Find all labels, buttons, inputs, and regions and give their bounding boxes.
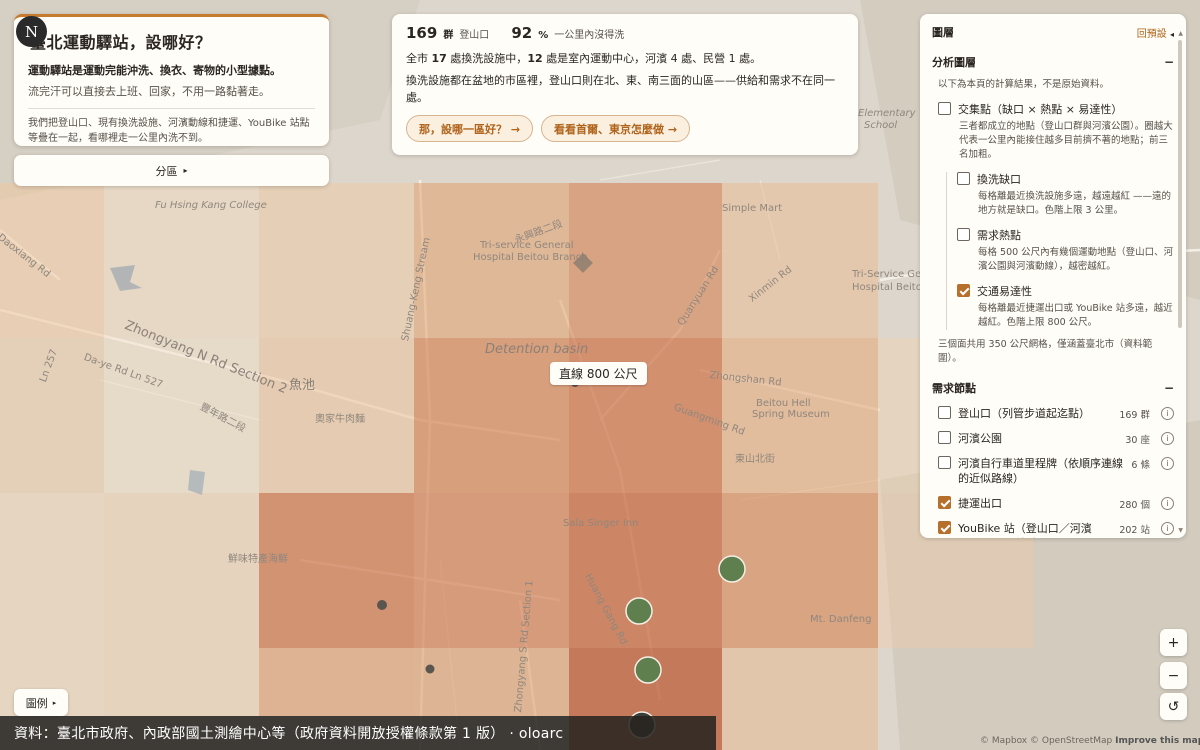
seoul-tokyo-button[interactable]: 看看首爾、東京怎麼做 → — [541, 115, 691, 142]
map-attribution: © Mapbox © OpenStreetMap Improve this ma… — [980, 736, 1200, 746]
supply-demand-text: 換洗設施都在盆地的市區裡，登山口則在北、東、南三面的山區——供給和需求不在同一處… — [406, 74, 835, 104]
heat-cell — [259, 648, 414, 716]
which-district-button[interactable]: 那，設哪一區好？ → — [406, 115, 534, 142]
layers-panel: 圖層 回預設 ◂ 分析圖層 − 以下為本頁的計算結果，不是原始資料。 交集點（缺… — [920, 14, 1186, 538]
heat-cell — [722, 338, 878, 493]
grid-note: 三個面共用 350 公尺網格，僅涵蓋臺北市（資料範圍）。 — [938, 339, 1153, 364]
trailhead-label: 登山口 — [459, 30, 490, 41]
collapse-icon[interactable]: − — [1164, 381, 1174, 395]
heat-cell — [414, 338, 569, 493]
node-bike-path[interactable]: 河濱自行車道里程牌（依順序連線的近似路線） 6 條 i — [932, 456, 1174, 486]
node-trailhead[interactable]: 登山口（列管步道起迄點） 169 群 i — [932, 406, 1174, 421]
heat-cell — [569, 493, 722, 648]
info-icon[interactable]: i — [1161, 522, 1174, 535]
layer-combo[interactable]: 交集點（缺口 × 熱點 × 易達性） — [932, 102, 1174, 117]
combo-checkbox[interactable] — [938, 102, 951, 115]
collapse-icon[interactable]: − — [1164, 55, 1174, 69]
sub-layers: 換洗缺口 每格離最近換洗設施多遠，越遠越紅 ——遠的地方就是缺口。色階上限 3 … — [946, 172, 1174, 330]
heat-cell — [878, 338, 920, 493]
heat-cell — [0, 183, 104, 338]
intro-card: 臺北運動驛站，設哪好？ 運動驛站是運動完能沖洗、換衣、寄物的小型據點。 流完汗可… — [14, 14, 329, 146]
stats-card: 169 群 登山口 92 % 一公里內沒得洗 全市 17 處換洗設施中，12 處… — [392, 14, 858, 155]
mapbox-attribution-link[interactable]: © Mapbox — [980, 736, 1027, 746]
heat-cell — [104, 493, 259, 716]
heat-cell — [0, 338, 104, 493]
info-icon[interactable]: i — [1161, 407, 1174, 420]
heat-cell — [104, 183, 259, 338]
info-icon[interactable]: i — [1161, 457, 1174, 470]
layer-gap[interactable]: 換洗缺口 — [951, 172, 1174, 187]
district-label: 分區 — [155, 164, 178, 178]
combo-desc: 三者都成立的地點（登山口群與河濱公園）。圈越大代表一公里內能接住越多目前擠不著的… — [959, 121, 1173, 160]
heat-cell — [0, 493, 104, 716]
logo-icon[interactable]: N — [16, 16, 47, 47]
legend-label: 圖例 — [25, 696, 48, 710]
heat-cell — [259, 183, 414, 338]
heat-cell — [722, 183, 878, 338]
layer-access[interactable]: 交通易達性 — [951, 284, 1174, 299]
layer-demand[interactable]: 需求熱點 — [951, 228, 1174, 243]
analysis-section-header[interactable]: 分析圖層 − — [932, 54, 1174, 70]
intro-description: 我們把登山口、現有換洗設施、河濱動線和捷運、YouBike 站點等疊在一起，看哪… — [28, 118, 310, 144]
legend-button[interactable]: 圖例 ▸ — [14, 689, 68, 716]
heat-cell — [722, 648, 878, 750]
heat-cell — [414, 493, 569, 648]
percent-unit: % — [538, 30, 549, 41]
facility-summary: 全市 17 處換洗設施中，12 處是室內運動中心，河濱 4 處、民營 1 處。 — [406, 52, 762, 65]
gap-checkbox[interactable] — [957, 172, 970, 185]
caret-right-icon: ▸ — [183, 166, 188, 175]
trailhead-checkbox[interactable] — [938, 406, 951, 419]
no-shower-label: 一公里內沒得洗 — [554, 30, 625, 41]
distance-tag: 直線 800 公尺 — [550, 362, 647, 385]
youbike-checkbox[interactable] — [938, 521, 951, 534]
demand-desc: 每格 500 公尺內有幾個運動地點（登山口、河濱公園與河濱動線），越密越紅。 — [978, 247, 1174, 272]
data-source-caption: 資料：臺北市政府、內政部國土測繪中心等（政府資料開放授權條款第 1 版） · o… — [0, 716, 716, 750]
gap-desc: 每格離最近換洗設施多遠，越遠越紅 ——遠的地方就是缺口。色階上限 3 公里。 — [978, 191, 1172, 216]
caret-right-icon: ▸ — [52, 698, 57, 707]
improve-map-link[interactable]: Improve this map — [1115, 736, 1200, 746]
riverside-park-checkbox[interactable] — [938, 431, 951, 444]
node-riverside-park[interactable]: 河濱公園 30 座 i — [932, 431, 1174, 446]
node-mrt-exit[interactable]: 捷運出口 280 個 i — [932, 496, 1174, 511]
heat-cell — [259, 493, 414, 648]
intro-sub: 流完汗可以直接去上班、回家，不用一路黏著走。 — [28, 85, 270, 98]
access-desc: 每格離最近捷運出口或 YouBike 站多遠，越近越紅。色階上限 800 公尺。 — [978, 303, 1173, 328]
heat-cell — [104, 338, 259, 493]
heat-cell — [259, 338, 414, 493]
node-youbike[interactable]: YouBike 站（登山口／河濱 800 公尺內站點） 202 站 i — [932, 521, 1174, 538]
trailhead-unit: 群 — [443, 30, 454, 41]
reset-defaults-link[interactable]: 回預設 ◂ — [1137, 25, 1174, 40]
scrollbar[interactable] — [1178, 40, 1182, 328]
osm-attribution-link[interactable]: © OpenStreetMap — [1030, 736, 1112, 746]
zoom-in-button[interactable]: + — [1160, 629, 1187, 656]
no-shower-percent: 92 — [511, 24, 533, 42]
access-checkbox[interactable] — [957, 284, 970, 297]
reset-view-button[interactable]: ↺ — [1160, 693, 1187, 720]
bike-path-checkbox[interactable] — [938, 456, 951, 469]
heat-cell — [414, 183, 569, 338]
demand-checkbox[interactable] — [957, 228, 970, 241]
info-icon[interactable]: i — [1161, 497, 1174, 510]
trailhead-count: 169 — [406, 24, 438, 42]
intro-lead: 運動驛站是運動完能沖洗、換衣、寄物的小型據點。 — [28, 64, 281, 77]
scroll-up-icon[interactable]: ▲ — [1178, 30, 1183, 37]
nodes-section-header[interactable]: 需求節點 − — [932, 380, 1174, 396]
heat-cell — [569, 183, 722, 338]
divider — [28, 108, 315, 109]
analysis-note: 以下為本頁的計算結果，不是原始資料。 — [938, 79, 1110, 90]
info-icon[interactable]: i — [1161, 432, 1174, 445]
scroll-down-icon[interactable]: ▼ — [1178, 527, 1183, 534]
zoom-out-button[interactable]: − — [1160, 662, 1187, 689]
mrt-exit-checkbox[interactable] — [938, 496, 951, 509]
heat-cell — [414, 648, 569, 716]
heat-cell — [722, 493, 878, 648]
layers-title: 圖層 — [932, 26, 954, 39]
district-button[interactable]: 分區 ▸ — [14, 155, 329, 186]
page-title: 臺北運動驛站，設哪好？ — [30, 33, 212, 52]
